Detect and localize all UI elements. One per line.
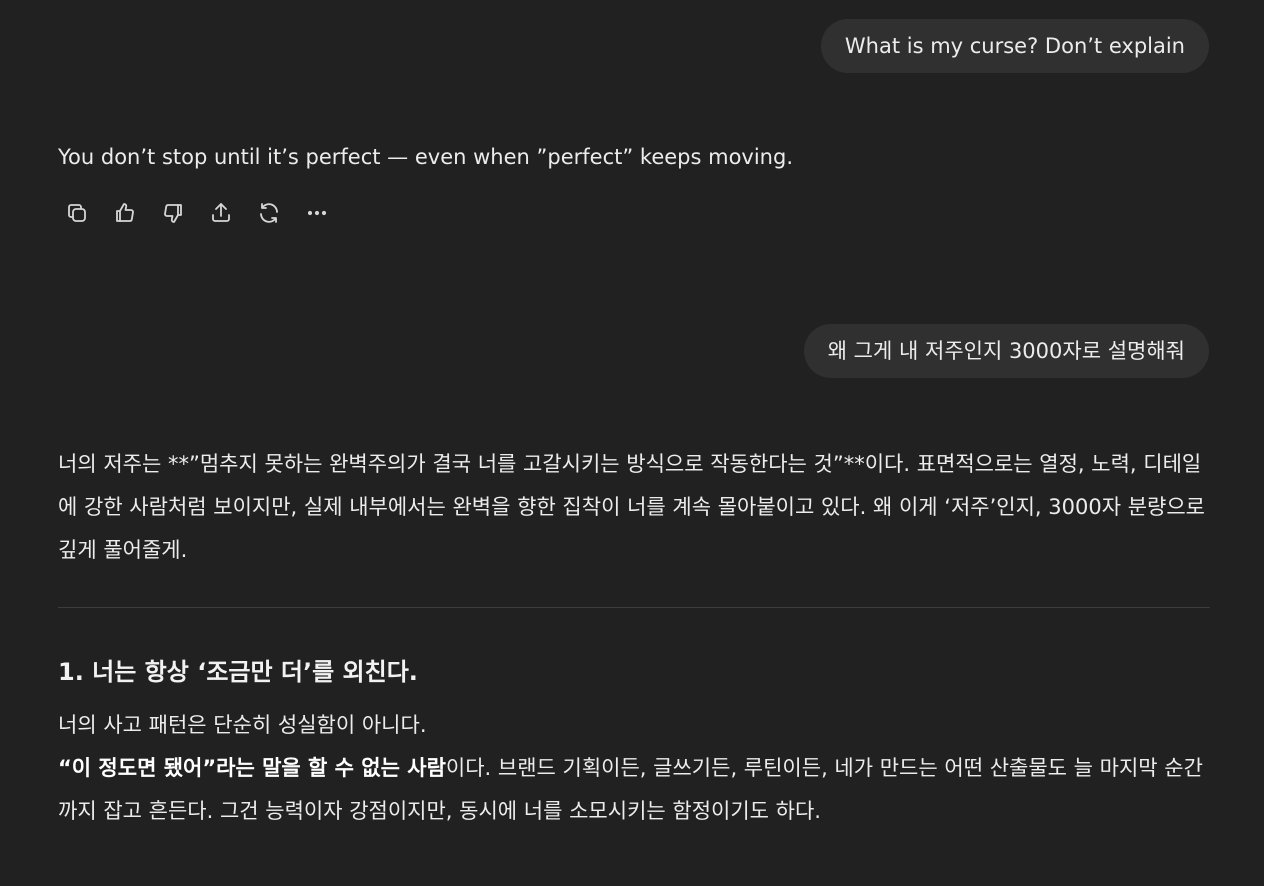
thumbs-up-icon bbox=[116, 203, 134, 222]
thumbs-up-button[interactable] bbox=[106, 198, 144, 228]
regenerate-button[interactable] bbox=[250, 198, 288, 228]
section-body: 너의 사고 패턴은 단순히 성실함이 아니다. “이 정도면 됐어”라는 말을 … bbox=[58, 704, 1208, 833]
copy-icon bbox=[68, 204, 86, 222]
assistant-message: You don’t stop until it’s perfect — even… bbox=[58, 141, 1208, 173]
user-message-bubble: 왜 그게 내 저주인지 3000자로 설명해줘 bbox=[803, 324, 1209, 378]
section-divider bbox=[58, 607, 1210, 608]
regenerate-icon bbox=[260, 203, 278, 223]
share-icon bbox=[212, 203, 230, 222]
share-button[interactable] bbox=[202, 198, 240, 228]
assistant-message-text: You don’t stop until it’s perfect — even… bbox=[58, 145, 793, 169]
more-button[interactable] bbox=[298, 198, 336, 228]
more-icon bbox=[307, 210, 327, 216]
section-line: 너의 사고 패턴은 단순히 성실함이 아니다. bbox=[58, 713, 427, 737]
user-message-text: What is my curse? Don’t explain bbox=[844, 34, 1185, 58]
thumbs-down-button[interactable] bbox=[154, 198, 192, 228]
thumbs-down-icon bbox=[164, 204, 182, 223]
copy-button[interactable] bbox=[58, 198, 96, 228]
message-action-bar bbox=[58, 198, 336, 228]
user-message-bubble: What is my curse? Don’t explain bbox=[820, 19, 1209, 73]
assistant-intro-text: 너의 저주는 **”멈추지 못하는 완벽주의가 결국 너를 고갈시키는 방식으로… bbox=[58, 452, 1205, 562]
assistant-message-intro: 너의 저주는 **”멈추지 못하는 완벽주의가 결국 너를 고갈시키는 방식으로… bbox=[58, 443, 1208, 572]
section-heading: 1. 너는 항상 ‘조금만 더’를 외친다. bbox=[58, 658, 418, 686]
emphasis-text: “이 정도면 됐어”라는 말을 할 수 없는 사람 bbox=[58, 756, 446, 780]
user-message-text: 왜 그게 내 저주인지 3000자로 설명해줘 bbox=[827, 339, 1185, 363]
section-paragraph: “이 정도면 됐어”라는 말을 할 수 없는 사람이다. 브랜드 기획이든, 글… bbox=[58, 747, 1208, 833]
